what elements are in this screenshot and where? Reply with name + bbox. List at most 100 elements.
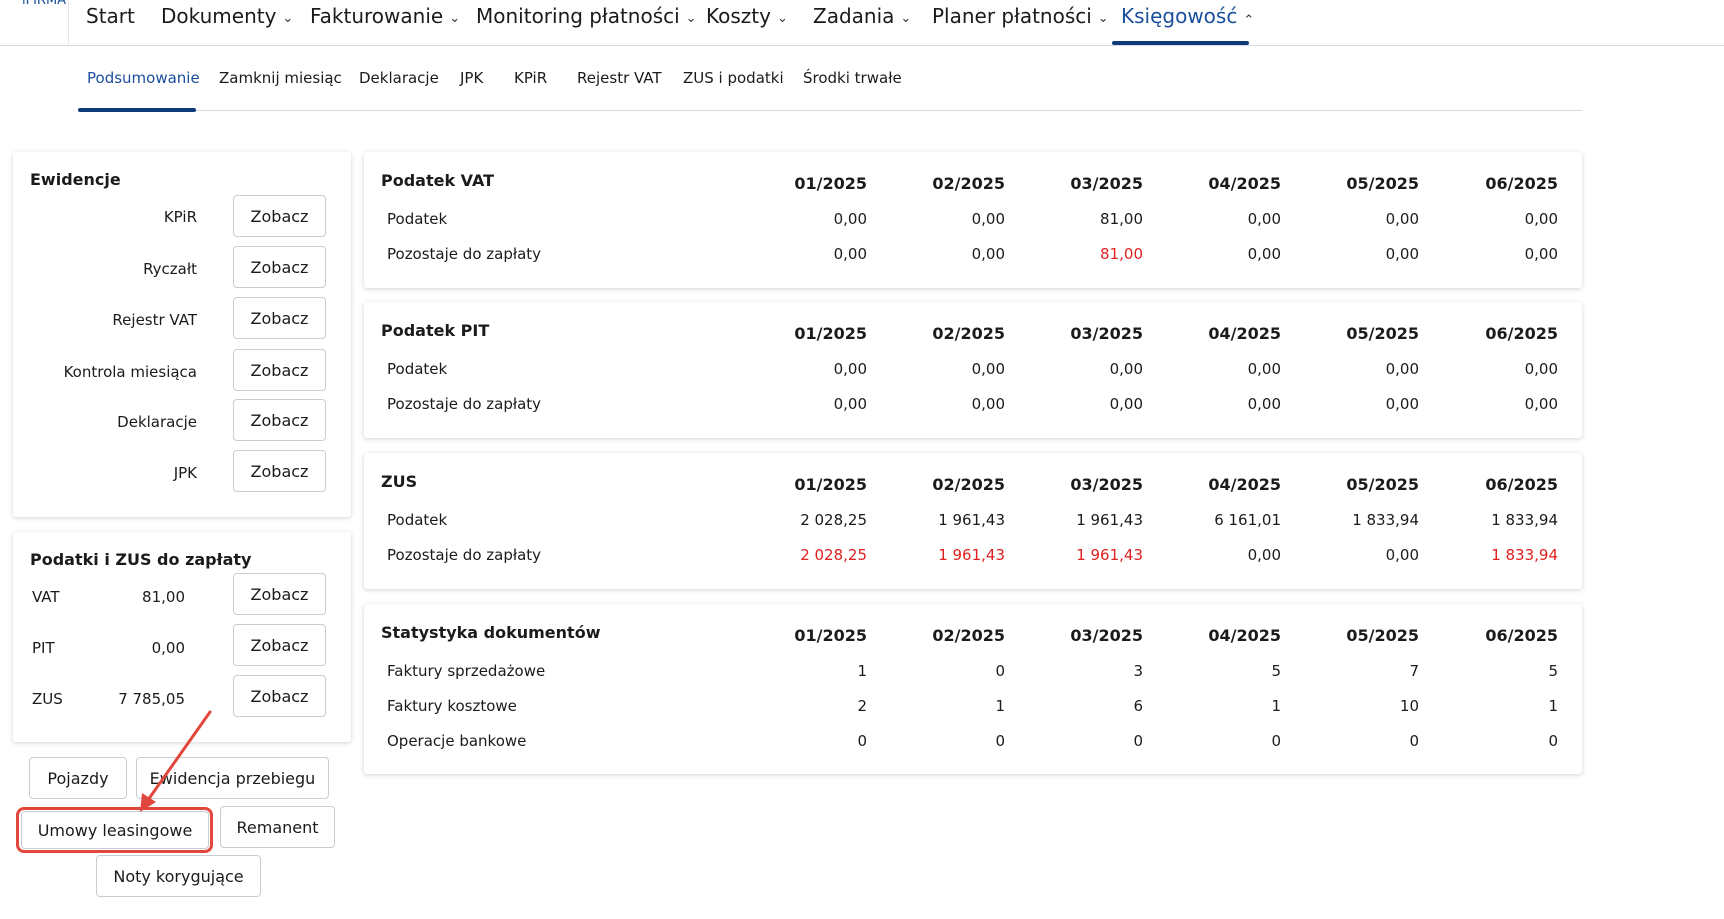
table-cell: 0,00 bbox=[833, 245, 867, 263]
zobacz-deklaracje-button[interactable]: Zobacz bbox=[233, 399, 326, 441]
column-header-month: 01/2025 bbox=[794, 475, 867, 494]
chevron-down-icon: ⌄ bbox=[1097, 11, 1109, 26]
table-cell: 2 bbox=[857, 697, 867, 715]
row-label: Pozostaje do zapłaty bbox=[387, 546, 542, 564]
zobacz-ryczalt-button[interactable]: Zobacz bbox=[233, 246, 326, 288]
podatki-zus-title: Podatki i ZUS do zapłaty bbox=[30, 550, 252, 569]
zobacz-jpk-button[interactable]: Zobacz bbox=[233, 450, 326, 492]
chevron-down-icon: ⌄ bbox=[900, 11, 912, 26]
tab-podsumowanie[interactable]: Podsumowanie bbox=[87, 69, 200, 87]
column-header-month: 05/2025 bbox=[1346, 174, 1419, 193]
table-cell: 1 bbox=[1548, 697, 1558, 715]
table-card-vat: Podatek VAT 01/2025 02/2025 03/2025 04/2025… bbox=[364, 152, 1582, 288]
zobacz-zus-button[interactable]: Zobacz bbox=[233, 675, 326, 717]
table-card-pit: Podatek PIT 01/2025 02/2025 03/2025 04/2025… bbox=[364, 302, 1582, 438]
ewidencje-label-kontrola-miesiaca: Kontrola miesiąca bbox=[63, 363, 197, 381]
tab-rejestr-vat[interactable]: Rejestr VAT bbox=[577, 69, 662, 87]
column-header-month: 01/2025 bbox=[794, 324, 867, 343]
table-cell: 0 bbox=[857, 732, 867, 750]
column-header-month: 03/2025 bbox=[1070, 174, 1143, 193]
chevron-down-icon: ⌄ bbox=[776, 11, 788, 26]
table-cell: 0,00 bbox=[971, 395, 1005, 413]
column-header-month: 03/2025 bbox=[1070, 324, 1143, 343]
zobacz-vat-button[interactable]: Zobacz bbox=[233, 573, 326, 615]
nav-ksiegowosc[interactable]: Księgowość ⌃ bbox=[1121, 4, 1254, 46]
chevron-up-icon: ⌃ bbox=[1243, 13, 1255, 28]
table-cell: 1 bbox=[1271, 697, 1281, 715]
table-cell: 1 961,43 bbox=[1076, 546, 1143, 564]
logo-divider bbox=[68, 0, 69, 46]
tab-zamknij-miesiac[interactable]: Zamknij miesiąc bbox=[219, 69, 342, 87]
table-cell: 0,00 bbox=[1247, 245, 1281, 263]
column-header-month: 04/2025 bbox=[1208, 626, 1281, 645]
column-header-month: 02/2025 bbox=[932, 324, 1005, 343]
podatki-zus-card: Podatki i ZUS do zapłaty VAT 81,00 Zobac… bbox=[13, 532, 351, 742]
nav-planer-platnosci[interactable]: Planer płatności ⌄ bbox=[932, 4, 1109, 46]
subnav-active-indicator bbox=[78, 108, 196, 112]
tab-zus-i-podatki[interactable]: ZUS i podatki bbox=[683, 69, 784, 87]
chevron-down-icon: ⌄ bbox=[685, 11, 697, 26]
pojazdy-button[interactable]: Pojazdy bbox=[29, 757, 127, 799]
table-cell: 0 bbox=[1548, 732, 1558, 750]
noty-korygujace-button[interactable]: Noty korygujące bbox=[96, 855, 261, 897]
nav-monitoring-platnosci[interactable]: Monitoring płatności ⌄ bbox=[476, 4, 697, 46]
table-cell: 0,00 bbox=[1385, 245, 1419, 263]
tab-srodki-trwale[interactable]: Środki trwałe bbox=[803, 69, 902, 87]
table-cell: 0,00 bbox=[1524, 360, 1558, 378]
nav-start[interactable]: Start bbox=[86, 4, 135, 46]
row-label: Podatek bbox=[387, 360, 448, 378]
table-cell: 0,00 bbox=[1385, 360, 1419, 378]
zobacz-pit-button[interactable]: Zobacz bbox=[233, 624, 326, 666]
table-cell: 81,00 bbox=[1100, 210, 1143, 228]
tab-deklaracje[interactable]: Deklaracje bbox=[359, 69, 439, 87]
column-header-month: 04/2025 bbox=[1208, 475, 1281, 494]
nav-zadania[interactable]: Zadania ⌄ bbox=[813, 4, 911, 46]
nav-label: Księgowość bbox=[1121, 4, 1238, 28]
table-cell: 0,00 bbox=[971, 210, 1005, 228]
table-cell: 3 bbox=[1133, 662, 1143, 680]
table-cell: 2 028,25 bbox=[800, 546, 867, 564]
logo[interactable]: iFIRMA bbox=[22, 0, 66, 8]
podatki-label-zus: ZUS bbox=[32, 690, 63, 708]
table-cell: 1 bbox=[995, 697, 1005, 715]
table-cell: 0,00 bbox=[1524, 210, 1558, 228]
table-title: Statystyka dokumentów bbox=[381, 623, 601, 642]
table-cell: 0,00 bbox=[1247, 210, 1281, 228]
column-header-month: 01/2025 bbox=[794, 174, 867, 193]
table-card-statystyka: Statystyka dokumentów 01/2025 02/2025 03/2… bbox=[364, 604, 1582, 774]
column-header-month: 06/2025 bbox=[1485, 324, 1558, 343]
table-cell: 0,00 bbox=[1524, 245, 1558, 263]
remanent-button[interactable]: Remanent bbox=[220, 806, 335, 848]
row-label: Pozostaje do zapłaty bbox=[387, 245, 542, 263]
tab-jpk[interactable]: JPK bbox=[460, 69, 483, 87]
zobacz-kpir-button[interactable]: Zobacz bbox=[233, 195, 326, 237]
table-cell: 5 bbox=[1548, 662, 1558, 680]
column-header-month: 05/2025 bbox=[1346, 475, 1419, 494]
podatki-value-zus: 7 785,05 bbox=[118, 690, 185, 708]
zobacz-kontrola-miesiaca-button[interactable]: Zobacz bbox=[233, 349, 326, 391]
ewidencje-label-ryczalt: Ryczałt bbox=[143, 260, 197, 278]
table-cell: 7 bbox=[1409, 662, 1419, 680]
nav-label: Start bbox=[86, 4, 135, 28]
nav-fakturowanie[interactable]: Fakturowanie ⌄ bbox=[310, 4, 460, 46]
ewidencja-przebiegu-button[interactable]: Ewidencja przebiegu bbox=[136, 757, 329, 799]
nav-active-indicator bbox=[1112, 41, 1249, 45]
column-header-month: 06/2025 bbox=[1485, 475, 1558, 494]
table-cell: 81,00 bbox=[1100, 245, 1143, 263]
table-cell: 0,00 bbox=[1247, 395, 1281, 413]
table-cell: 0 bbox=[1409, 732, 1419, 750]
column-header-month: 05/2025 bbox=[1346, 324, 1419, 343]
table-cell: 0,00 bbox=[1385, 210, 1419, 228]
nav-koszty[interactable]: Koszty ⌄ bbox=[706, 4, 788, 46]
tab-kpir[interactable]: KPiR bbox=[514, 69, 547, 87]
table-cell: 0,00 bbox=[971, 245, 1005, 263]
row-label: Operacje bankowe bbox=[387, 732, 527, 750]
chevron-down-icon: ⌄ bbox=[449, 11, 461, 26]
zobacz-rejestr-vat-button[interactable]: Zobacz bbox=[233, 297, 326, 339]
nav-dokumenty[interactable]: Dokumenty ⌄ bbox=[161, 4, 293, 46]
table-cell: 1 961,43 bbox=[938, 546, 1005, 564]
table-cell: 0,00 bbox=[833, 395, 867, 413]
column-header-month: 03/2025 bbox=[1070, 475, 1143, 494]
ewidencje-card: Ewidencje KPiR Zobacz Ryczałt Zobacz Rej… bbox=[13, 152, 351, 517]
nav-label: Koszty bbox=[706, 4, 771, 28]
